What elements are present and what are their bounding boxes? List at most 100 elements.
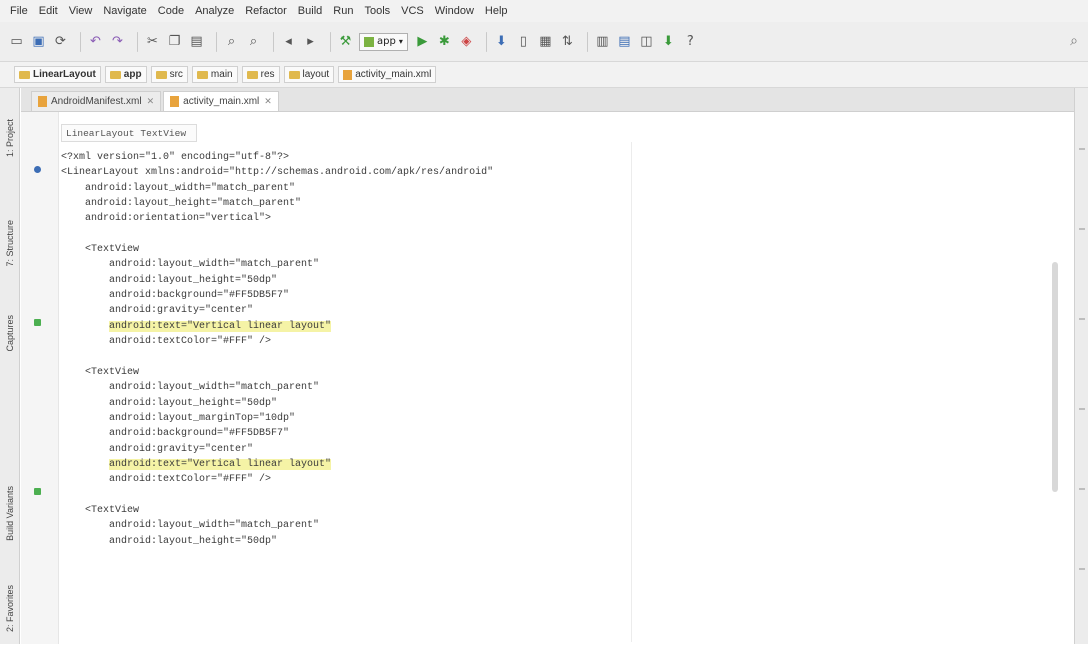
breadcrumb-item-app[interactable]: app — [104, 66, 147, 83]
tab-activity-main[interactable]: activity_main.xml ✕ — [163, 91, 279, 111]
structure-crumb-textview[interactable]: TextView — [140, 128, 186, 139]
paste-icon[interactable]: ▤ — [188, 33, 205, 50]
code-lines: <?xml version="1.0" encoding="utf-8"?> <L… — [61, 150, 1061, 549]
code-text: android:layout_width="match_parent" — [61, 520, 320, 532]
redo-icon[interactable]: ↷ — [109, 33, 126, 50]
menu-window[interactable]: Window — [435, 5, 474, 17]
toolbar-separator — [273, 31, 274, 52]
save-all-icon[interactable]: ▣ — [30, 33, 47, 50]
menu-help[interactable]: Help — [485, 5, 508, 17]
color-swatch-icon[interactable] — [34, 488, 41, 495]
left-tool-strip: 1: Project 7: Structure Captures Build V… — [0, 88, 20, 644]
menu-file[interactable]: File — [10, 5, 28, 17]
run-icon[interactable]: ▶ — [414, 33, 431, 50]
editor-gutter[interactable] — [21, 112, 59, 644]
folder-icon — [109, 70, 121, 79]
make-project-icon[interactable]: ⚒ — [337, 33, 354, 50]
manifest-file-icon — [38, 96, 47, 107]
color-swatch-icon[interactable] — [34, 319, 41, 326]
vertical-scrollbar[interactable] — [1052, 262, 1058, 492]
help-icon[interactable]: ? — [682, 33, 699, 50]
undo-icon[interactable]: ↶ — [87, 33, 104, 50]
menu-refactor[interactable]: Refactor — [245, 5, 287, 17]
menu-code[interactable]: Code — [158, 5, 184, 17]
project-structure-icon[interactable]: ▦ — [537, 33, 554, 50]
breadcrumb-item-layout[interactable]: layout — [283, 66, 335, 83]
error-stripe-mark[interactable] — [1079, 488, 1085, 490]
code-text: android:layout_width="match_parent" — [61, 259, 320, 271]
gradle-sync-icon[interactable]: ⇅ — [559, 33, 576, 50]
device-monitor-icon[interactable]: ▤ — [616, 33, 633, 50]
breadcrumb-item-res[interactable]: res — [241, 66, 280, 83]
code-text: android:textColor="#FFF" /> — [61, 336, 272, 348]
menu-view[interactable]: View — [69, 5, 93, 17]
xml-file-icon — [343, 69, 353, 80]
android-monitor-icon[interactable]: ▥ — [594, 33, 611, 50]
attach-debugger-icon[interactable]: ◈ — [458, 33, 475, 50]
debug-icon[interactable]: ✱ — [436, 33, 453, 50]
error-stripe-mark[interactable] — [1079, 408, 1085, 410]
code-text: android:layout_marginTop="10dp" — [61, 412, 296, 424]
breadcrumb-item-main[interactable]: main — [191, 66, 238, 83]
folder-icon — [19, 70, 30, 79]
open-folder-icon[interactable]: ▭ — [8, 33, 25, 50]
code-line: android:gravity="center" — [61, 442, 1061, 457]
breadcrumb-item-project[interactable]: LinearLayout — [14, 66, 101, 83]
tool-tab-build-variants[interactable]: Build Variants — [2, 468, 18, 558]
replace-icon[interactable]: ⌕ — [245, 33, 262, 50]
code-line: android:layout_height="50dp" — [61, 273, 1061, 288]
code-text: android:layout_height="match_parent" — [61, 198, 302, 210]
error-stripe-mark[interactable] — [1079, 228, 1085, 230]
tool-tab-project[interactable]: 1: Project — [2, 98, 18, 178]
code-line: android:text="Vertical linear layout" — [61, 457, 1061, 472]
toolbar-separator — [137, 31, 138, 52]
forward-icon[interactable]: ▸ — [302, 33, 319, 50]
download-icon[interactable]: ⬇ — [660, 33, 677, 50]
code-text: android:background="#FF5DB5F7" — [61, 428, 290, 440]
error-stripe-mark[interactable] — [1079, 318, 1085, 320]
code-text: android:layout_width="match_parent" — [61, 382, 320, 394]
code-line: <TextView — [61, 365, 1061, 380]
menu-tools[interactable]: Tools — [364, 5, 390, 17]
menu-analyze[interactable]: Analyze — [195, 5, 234, 17]
code-line: android:layout_width="match_parent" — [61, 257, 1061, 272]
error-stripe-mark[interactable] — [1079, 148, 1085, 150]
toolbar-separator — [80, 31, 81, 52]
menu-navigate[interactable]: Navigate — [103, 5, 146, 17]
avd-manager-icon[interactable]: ▯ — [515, 33, 532, 50]
xml-file-icon — [170, 96, 180, 107]
sdk-manager-icon[interactable]: ⬇ — [493, 33, 510, 50]
error-stripe-mark[interactable] — [1079, 568, 1085, 570]
code-editor[interactable]: LinearLayout TextView <?xml version="1.0… — [21, 112, 1074, 644]
tool-tab-captures[interactable]: Captures — [2, 303, 18, 363]
breadcrumb-item-file[interactable]: activity_main.xml — [338, 66, 437, 83]
sync-icon[interactable]: ⟳ — [52, 33, 69, 50]
breadcrumb-item-src[interactable]: src — [150, 66, 188, 83]
folder-icon — [196, 70, 208, 79]
cut-icon[interactable]: ✂ — [144, 33, 161, 50]
menu-edit[interactable]: Edit — [39, 5, 58, 17]
code-line: android:orientation="vertical"> — [61, 211, 1061, 226]
close-icon[interactable]: ✕ — [264, 96, 272, 107]
menu-run[interactable]: Run — [333, 5, 353, 17]
menu-build[interactable]: Build — [298, 5, 322, 17]
search-everywhere-icon[interactable]: ⌕ — [1070, 33, 1078, 49]
tab-android-manifest[interactable]: AndroidManifest.xml ✕ — [31, 91, 162, 111]
highlighted-code-text: android:text="Vertical linear layout" — [109, 458, 332, 470]
toolbar-separator — [216, 31, 217, 52]
menu-vcs[interactable]: VCS — [401, 5, 424, 17]
layout-preview-icon[interactable] — [34, 166, 41, 173]
code-text: <LinearLayout xmlns:android="http://sche… — [61, 167, 494, 179]
find-icon[interactable]: ⌕ — [223, 33, 240, 50]
run-config-select[interactable]: app ▾ — [359, 32, 408, 51]
layout-inspector-icon[interactable]: ◫ — [638, 33, 655, 50]
highlighted-code-text: android:text="Vertical linear layout" — [109, 320, 332, 332]
close-icon[interactable]: ✕ — [147, 96, 155, 107]
back-icon[interactable]: ◂ — [280, 33, 297, 50]
tool-tab-structure[interactable]: 7: Structure — [2, 198, 18, 288]
structure-crumb-linearlayout[interactable]: LinearLayout — [66, 128, 134, 139]
tool-tab-favorites[interactable]: 2: Favorites — [2, 576, 18, 641]
copy-icon[interactable]: ❐ — [166, 33, 183, 50]
